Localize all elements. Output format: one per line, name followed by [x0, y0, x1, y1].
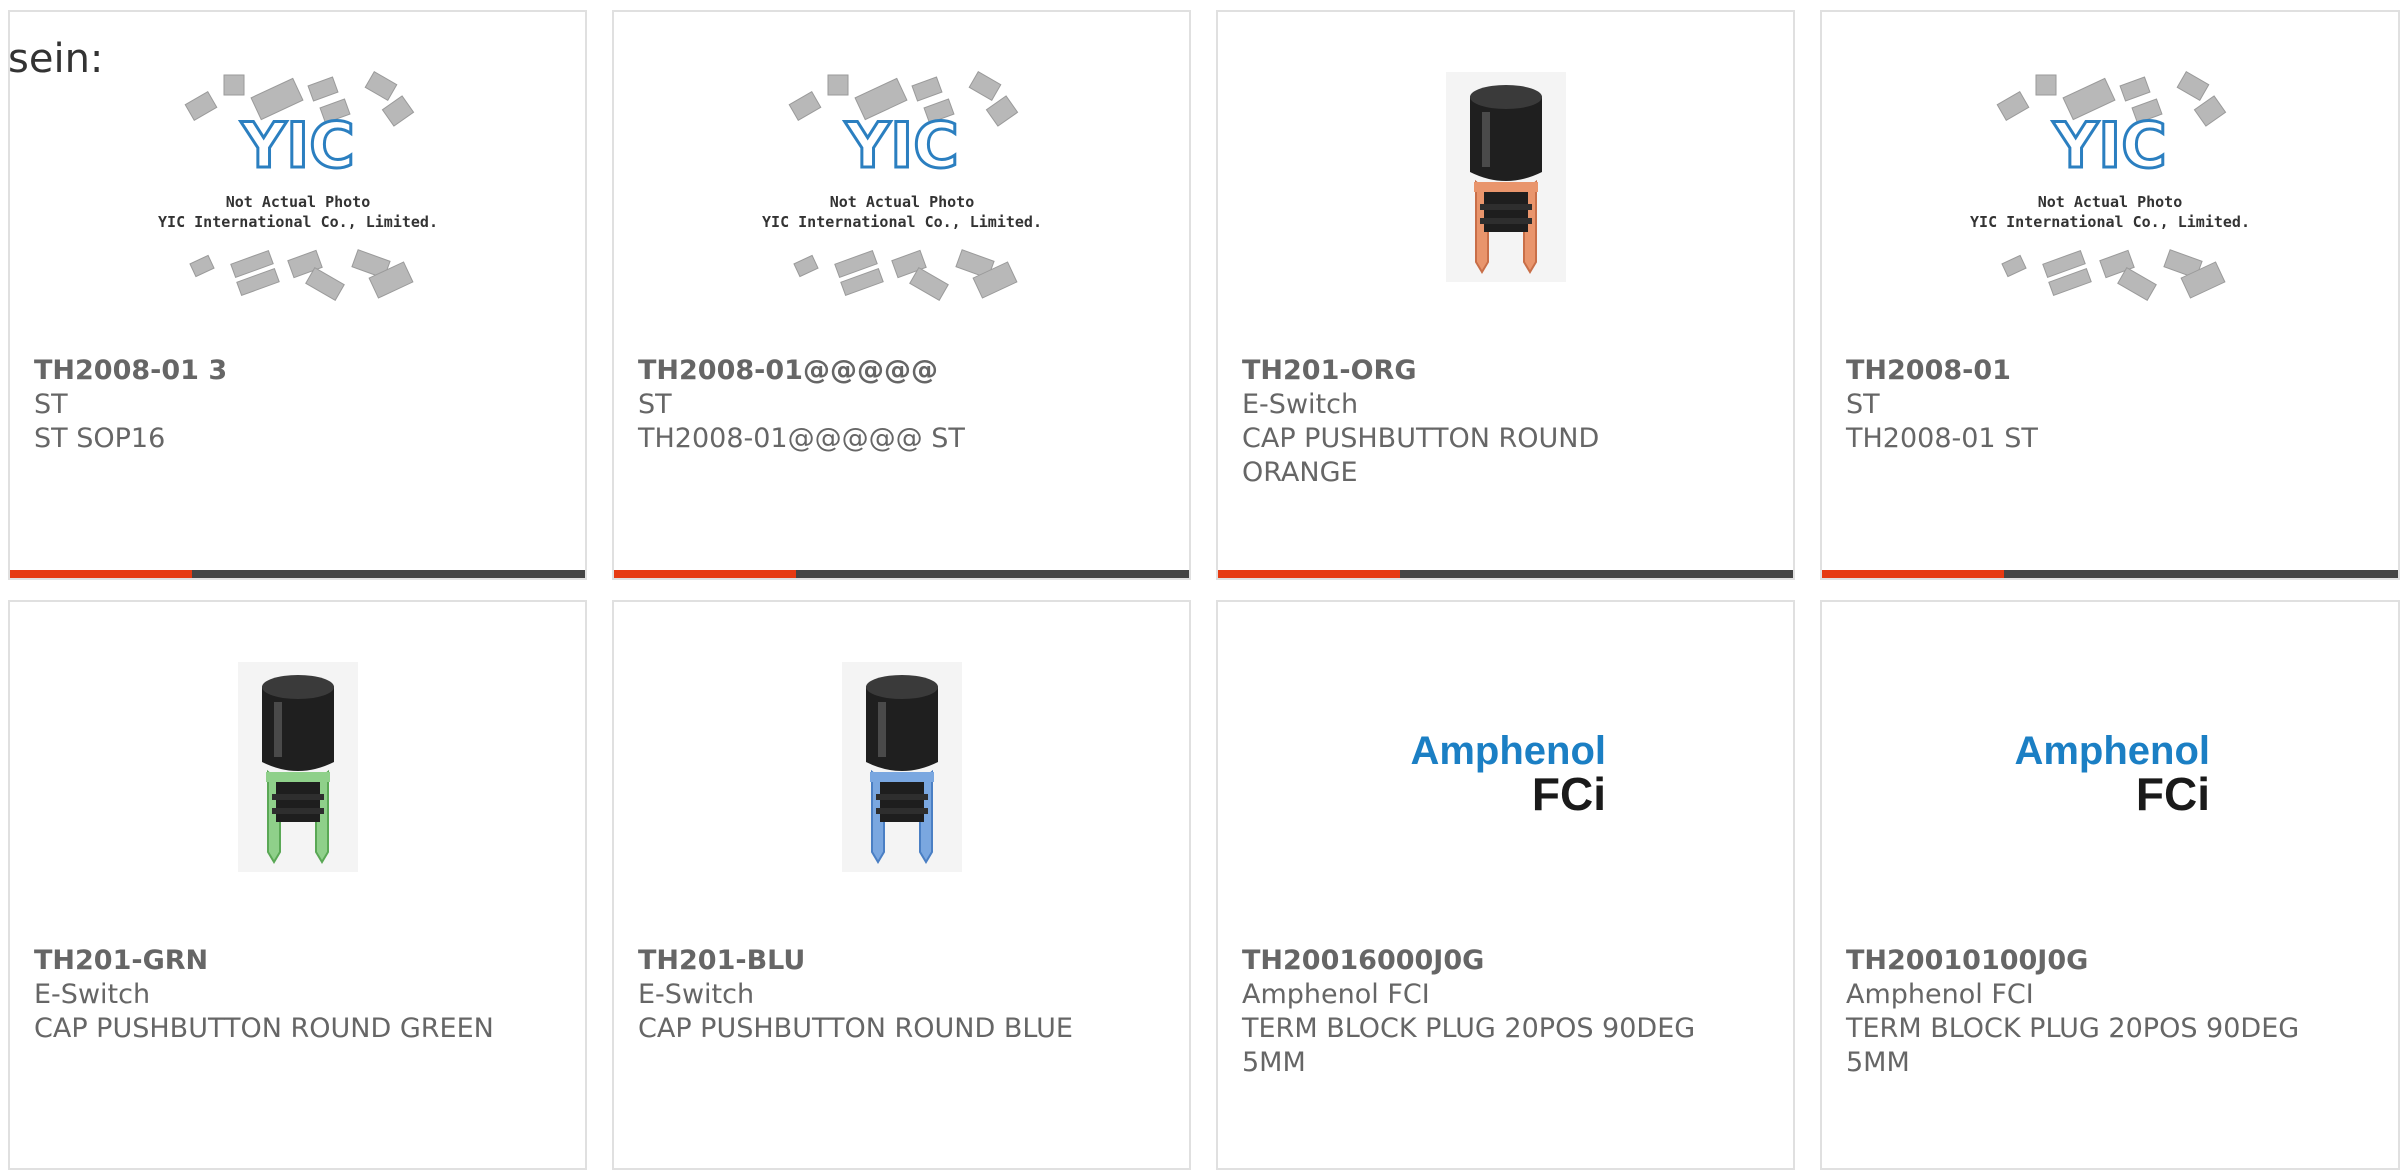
- product-card[interactable]: YIC Not Actual Photo YIC International C…: [8, 10, 587, 580]
- product-card[interactable]: YIC Not Actual Photo YIC International C…: [612, 10, 1191, 580]
- product-card[interactable]: Amphenol FCi TH20010100J0G Amphenol FCI …: [1820, 600, 2400, 1170]
- manufacturer: E-Switch: [638, 979, 755, 1010]
- card-bar: [614, 570, 1189, 578]
- card-bar-accent: [10, 570, 192, 578]
- description: TH2008-01 ST: [1846, 423, 2038, 454]
- manufacturer: Amphenol FCI: [1242, 979, 1430, 1010]
- yic-logo: YIC: [240, 109, 354, 182]
- svg-text:Not Actual Photo: Not Actual Photo: [225, 193, 370, 211]
- amphenol-logo: Amphenol FCi: [2014, 729, 2210, 820]
- stray-text: sein:: [8, 36, 104, 82]
- card-bar: [10, 570, 585, 578]
- amphenol-logo: Amphenol FCi: [1410, 729, 1606, 820]
- card-bar-accent: [614, 570, 796, 578]
- description: CAP PUSHBUTTON ROUND BLUE: [638, 1013, 1073, 1044]
- pushbutton-cap-orange-icon: [1445, 72, 1566, 282]
- pushbutton-cap-blue-icon: [841, 662, 962, 872]
- svg-text:YIC International Co., Limited: YIC International Co., Limited.: [158, 213, 438, 231]
- product-image[interactable]: [1218, 12, 1793, 352]
- manufacturer: ST: [34, 389, 68, 420]
- svg-text:Not Actual Photo: Not Actual Photo: [2038, 193, 2183, 211]
- card-bar-accent: [1218, 570, 1400, 578]
- manufacturer: E-Switch: [1242, 389, 1359, 420]
- product-image[interactable]: [614, 602, 1189, 942]
- part-number[interactable]: TH201-GRN: [34, 944, 561, 978]
- part-number[interactable]: TH201-ORG: [1242, 354, 1769, 388]
- product-image[interactable]: YIC Not Actual Photo YIC International C…: [1822, 12, 2398, 352]
- product-info: TH20016000J0G Amphenol FCI TERM BLOCK PL…: [1242, 944, 1769, 1080]
- yic-logo: YIC: [844, 109, 958, 182]
- placeholder-photo-icon: YIC Not Actual Photo YIC International C…: [762, 71, 1042, 301]
- part-number[interactable]: TH20010100J0G: [1846, 944, 2374, 978]
- product-card[interactable]: Amphenol FCi TH20016000J0G Amphenol FCI …: [1216, 600, 1795, 1170]
- product-info: TH201-ORG E-Switch CAP PUSHBUTTON ROUND …: [1242, 354, 1769, 490]
- part-number[interactable]: TH2008-01: [1846, 354, 2374, 388]
- product-card[interactable]: TH201-BLU E-Switch CAP PUSHBUTTON ROUND …: [612, 600, 1191, 1170]
- manufacturer: Amphenol FCI: [1846, 979, 2034, 1010]
- product-grid: YIC Not Actual Photo YIC International C…: [0, 0, 2400, 1170]
- product-image[interactable]: Amphenol FCi: [1218, 602, 1793, 942]
- product-info: TH201-BLU E-Switch CAP PUSHBUTTON ROUND …: [638, 944, 1165, 1046]
- svg-text:YIC International Co., Limited: YIC International Co., Limited.: [762, 213, 1042, 231]
- description: ST SOP16: [34, 423, 166, 454]
- product-info: TH2008-01 3 ST ST SOP16: [34, 354, 561, 456]
- yic-logo: YIC: [2052, 109, 2166, 182]
- product-info: TH201-GRN E-Switch CAP PUSHBUTTON ROUND …: [34, 944, 561, 1046]
- card-bar: [1218, 570, 1793, 578]
- part-number[interactable]: TH201-BLU: [638, 944, 1165, 978]
- svg-text:Not Actual Photo: Not Actual Photo: [829, 193, 974, 211]
- placeholder-photo-icon: YIC Not Actual Photo YIC International C…: [158, 71, 438, 301]
- placeholder-photo-icon: YIC Not Actual Photo YIC International C…: [1970, 71, 2250, 301]
- part-number[interactable]: TH2008-01 3: [34, 354, 561, 388]
- product-card[interactable]: YIC Not Actual Photo YIC International C…: [1820, 10, 2400, 580]
- description: TERM BLOCK PLUG 20POS 90DEG 5MM: [1242, 1013, 1696, 1078]
- product-image[interactable]: Amphenol FCi: [1822, 602, 2398, 942]
- product-card[interactable]: TH201-GRN E-Switch CAP PUSHBUTTON ROUND …: [8, 600, 587, 1170]
- part-number[interactable]: TH2008-01@@@@@: [638, 354, 1165, 388]
- card-bar: [1822, 570, 2398, 578]
- svg-text:YIC International Co., Limited: YIC International Co., Limited.: [1970, 213, 2250, 231]
- description: CAP PUSHBUTTON ROUND ORANGE: [1242, 423, 1600, 488]
- svg-text:FCi: FCi: [1531, 768, 1605, 820]
- product-info: TH2008-01@@@@@ ST TH2008-01@@@@@ ST: [638, 354, 1165, 456]
- product-image[interactable]: YIC Not Actual Photo YIC International C…: [614, 12, 1189, 352]
- description: CAP PUSHBUTTON ROUND GREEN: [34, 1013, 494, 1044]
- description: TERM BLOCK PLUG 20POS 90DEG 5MM: [1846, 1013, 2300, 1078]
- product-info: TH2008-01 ST TH2008-01 ST: [1846, 354, 2374, 456]
- description: TH2008-01@@@@@ ST: [638, 423, 965, 454]
- manufacturer: E-Switch: [34, 979, 151, 1010]
- product-image[interactable]: [10, 602, 585, 942]
- card-bar-accent: [1822, 570, 2004, 578]
- manufacturer: ST: [638, 389, 672, 420]
- part-number[interactable]: TH20016000J0G: [1242, 944, 1769, 978]
- svg-text:Amphenol: Amphenol: [2014, 729, 2210, 773]
- svg-text:FCi: FCi: [2136, 768, 2210, 820]
- pushbutton-cap-green-icon: [237, 662, 358, 872]
- svg-text:Amphenol: Amphenol: [1410, 729, 1606, 773]
- product-info: TH20010100J0G Amphenol FCI TERM BLOCK PL…: [1846, 944, 2374, 1080]
- manufacturer: ST: [1846, 389, 1880, 420]
- product-card[interactable]: TH201-ORG E-Switch CAP PUSHBUTTON ROUND …: [1216, 10, 1795, 580]
